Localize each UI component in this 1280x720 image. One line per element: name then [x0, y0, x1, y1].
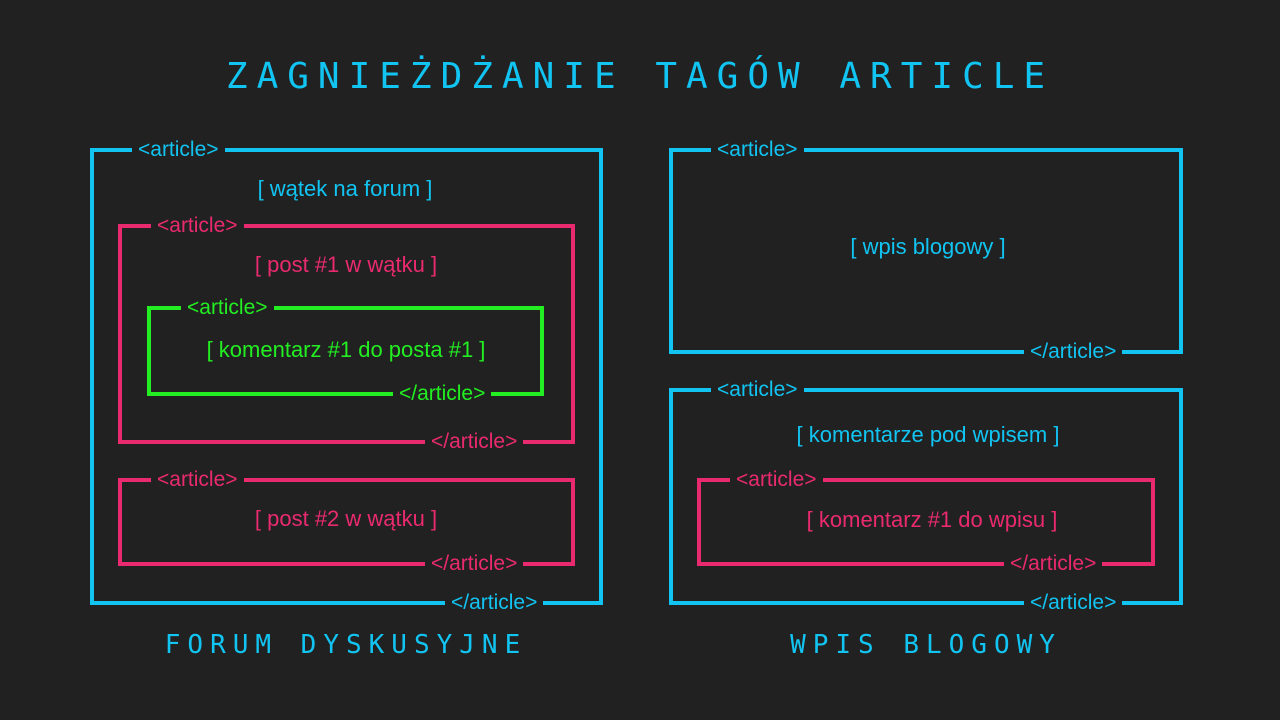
post2-label: [ post #2 w wątku ] [254, 506, 438, 531]
blog-entry-label: [ wpis blogowy ] [850, 234, 1006, 259]
close-tag: </article> [425, 430, 524, 454]
open-tag: <article> [711, 138, 804, 162]
close-tag: </article> [425, 552, 524, 576]
blog-caption: WPIS BLOGOWY [790, 630, 1062, 660]
forum-caption: FORUM DYSKUSYJNE [164, 630, 528, 660]
close-tag: </article> [1004, 552, 1103, 576]
forum-thread-label: [ wątek na forum ] [257, 176, 433, 201]
open-tag: <article> [151, 214, 244, 238]
open-tag: <article> [181, 296, 274, 320]
open-tag: <article> [151, 468, 244, 492]
post1-label: [ post #1 w wątku ] [254, 252, 438, 277]
close-tag: </article> [1024, 340, 1123, 364]
blog-comment1-label: [ komentarz #1 do wpisu ] [806, 507, 1058, 532]
close-tag: </article> [393, 382, 492, 406]
open-tag: <article> [711, 378, 804, 402]
comment1-label: [ komentarz #1 do posta #1 ] [206, 337, 486, 362]
close-tag: </article> [445, 591, 544, 615]
open-tag: <article> [132, 138, 225, 162]
blog-comments-label: [ komentarze pod wpisem ] [796, 422, 1060, 447]
close-tag: </article> [1024, 591, 1123, 615]
diagram-title: ZAGNIEŻDŻANIE TAGÓW ARTICLE [225, 56, 1055, 97]
open-tag: <article> [730, 468, 823, 492]
